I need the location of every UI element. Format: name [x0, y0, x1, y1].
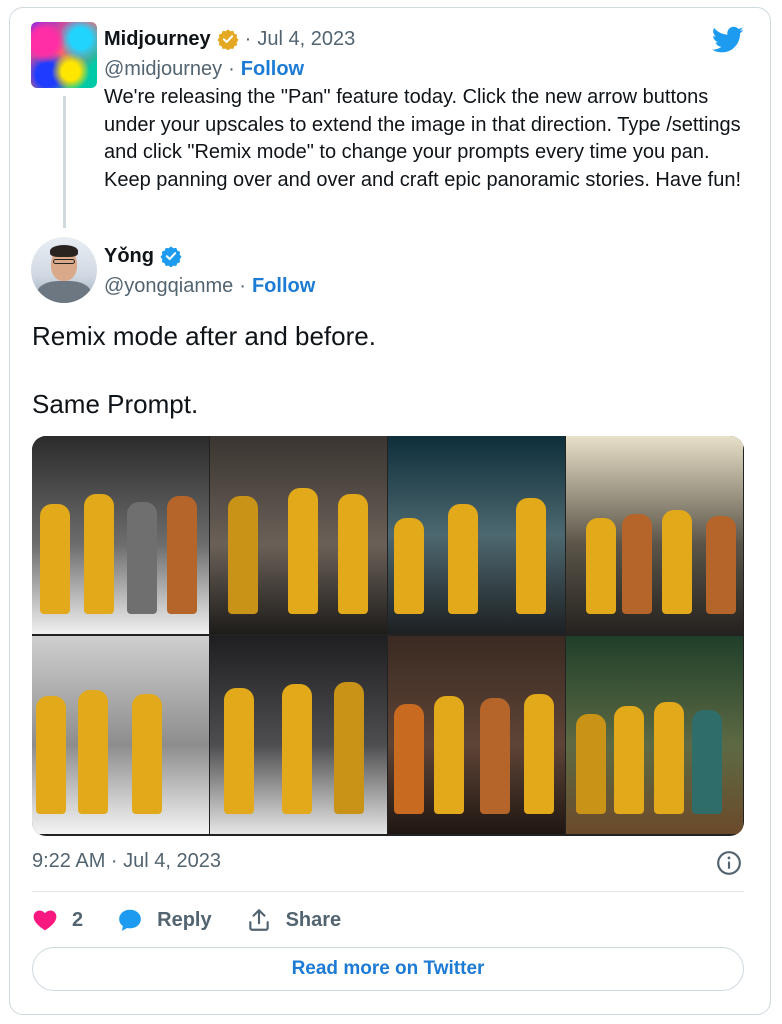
figure-shape	[127, 502, 157, 615]
figure-shape	[586, 518, 616, 615]
media-image-4[interactable]	[566, 436, 743, 634]
figure-shape	[654, 702, 684, 815]
figure-shape	[36, 696, 66, 815]
tweet-text-line-2: Same Prompt.	[32, 389, 199, 419]
reply-button[interactable]: Reply	[117, 907, 212, 933]
figure-shape	[84, 494, 114, 615]
media-image-2[interactable]	[210, 436, 387, 634]
follow-midjourney-link[interactable]: Follow	[241, 58, 304, 81]
media-image-3[interactable]	[388, 436, 565, 634]
avatar-shirt	[37, 281, 91, 303]
figure-shape	[228, 496, 258, 615]
author-name[interactable]: Yǒng	[104, 245, 154, 268]
divider	[32, 891, 744, 892]
figure-shape	[132, 694, 162, 815]
midjourney-avatar[interactable]	[31, 22, 97, 88]
tweet-media-grid[interactable]	[32, 436, 744, 836]
avatar-glasses	[53, 259, 75, 264]
figure-shape	[524, 694, 554, 815]
share-upload-icon	[248, 909, 269, 931]
media-image-8[interactable]	[566, 636, 743, 834]
tweet-subheader: @yongqianme · Follow	[104, 272, 315, 300]
yong-avatar[interactable]	[31, 237, 97, 303]
blue-check-badge-icon	[160, 246, 182, 267]
thread-connector-line	[63, 96, 66, 228]
figure-shape	[448, 504, 478, 615]
figure-shape	[614, 706, 644, 815]
figure-shape	[576, 714, 606, 815]
figure-shape	[282, 684, 312, 815]
share-button[interactable]: Share	[246, 907, 342, 933]
speech-bubble-icon	[119, 909, 141, 931]
like-count: 2	[72, 908, 84, 931]
figure-shape	[167, 496, 197, 615]
like-button[interactable]: 2	[32, 907, 83, 933]
tweet-actions: 2 Reply Share	[32, 904, 375, 936]
quoted-date[interactable]: Jul 4, 2023	[257, 28, 355, 51]
separator-dot: ·	[239, 274, 246, 297]
figure-shape	[692, 710, 722, 815]
quoted-author-name[interactable]: Midjourney	[104, 28, 211, 51]
gold-check-badge-icon	[217, 29, 239, 50]
author-handle[interactable]: @yongqianme	[104, 275, 233, 298]
share-label: Share	[285, 908, 342, 931]
media-image-6[interactable]	[210, 636, 387, 834]
follow-yong-link[interactable]: Follow	[252, 275, 315, 298]
figure-shape	[622, 514, 652, 615]
quoted-tweet-header: Midjourney · Jul 4, 2023	[104, 25, 355, 53]
media-image-5[interactable]	[32, 636, 209, 834]
tweet-timestamp[interactable]: 9:22 AM · Jul 4, 2023	[32, 850, 221, 873]
figure-shape	[224, 688, 254, 815]
media-image-1[interactable]	[32, 436, 209, 634]
figure-shape	[662, 510, 692, 615]
quoted-tweet-text: We're releasing the "Pan" feature today.…	[104, 86, 742, 191]
reply-label: Reply	[157, 908, 212, 931]
figure-shape	[78, 690, 108, 815]
figure-shape	[706, 516, 736, 615]
figure-shape	[288, 488, 318, 615]
heart-icon	[33, 910, 57, 931]
avatar-hair	[50, 245, 78, 257]
tweet-text-line-1: Remix mode after and before.	[32, 321, 376, 351]
figure-shape	[394, 518, 424, 615]
figure-shape	[434, 696, 464, 815]
read-more-on-twitter-button[interactable]: Read more on Twitter	[32, 947, 744, 991]
figure-shape	[40, 504, 70, 615]
media-image-7[interactable]	[388, 636, 565, 834]
quoted-tweet-subheader: @midjourney · Follow	[104, 56, 304, 82]
figure-shape	[394, 704, 424, 815]
figure-shape	[334, 682, 364, 815]
tweet-header: Yǒng	[104, 242, 182, 270]
info-icon[interactable]	[716, 850, 742, 876]
twitter-bird-icon[interactable]	[712, 26, 744, 54]
figure-shape	[480, 698, 510, 815]
figure-shape	[338, 494, 368, 615]
separator-dot: ·	[228, 57, 235, 80]
separator-dot: ·	[244, 27, 252, 50]
quoted-handle[interactable]: @midjourney	[104, 58, 222, 81]
figure-shape	[516, 498, 546, 615]
